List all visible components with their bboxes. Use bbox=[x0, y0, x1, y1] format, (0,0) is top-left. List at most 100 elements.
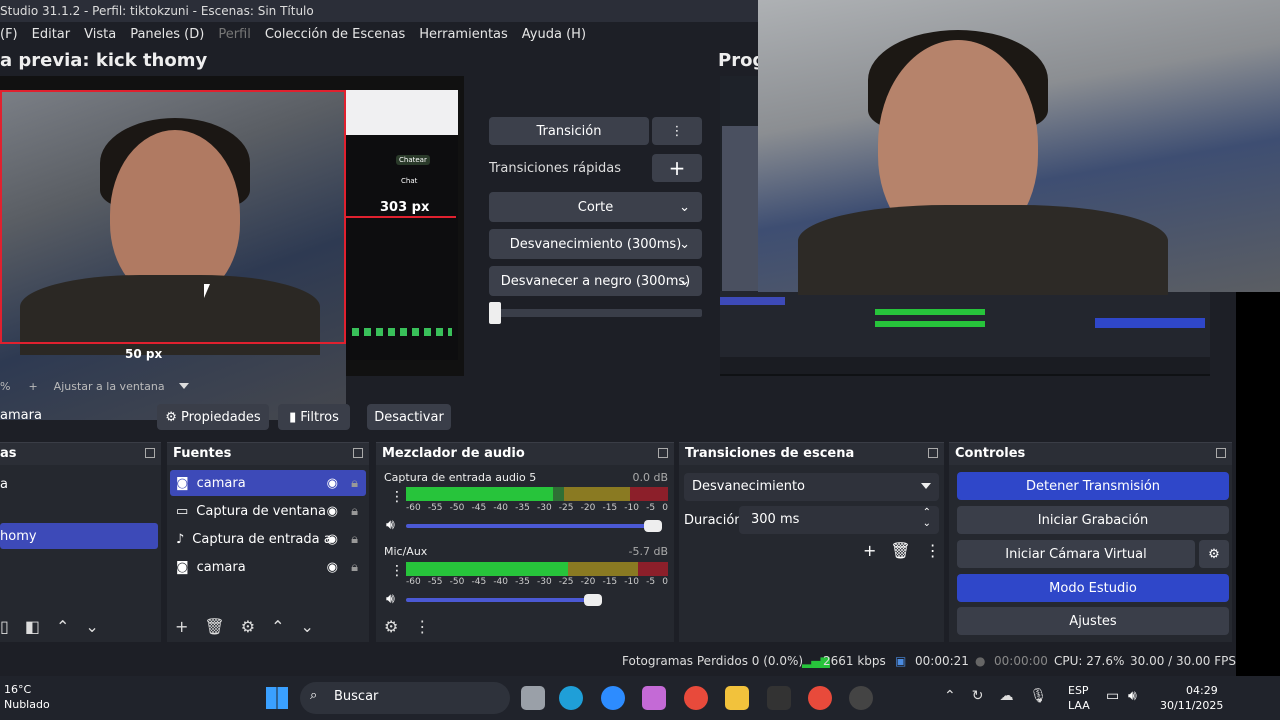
eye-icon[interactable]: ◉ bbox=[327, 504, 338, 519]
obs-icon[interactable] bbox=[849, 686, 873, 710]
eye-icon[interactable]: ◉ bbox=[327, 476, 338, 491]
chevron-down-icon[interactable]: ⌄ bbox=[300, 617, 313, 636]
menu-view[interactable]: Vista bbox=[84, 27, 116, 46]
advanced-audio-icon[interactable]: ⚙ bbox=[384, 617, 398, 636]
folder-icon[interactable] bbox=[725, 686, 749, 710]
clock-time[interactable]: 04:29 bbox=[1186, 684, 1218, 697]
virtual-camera-settings-button[interactable]: ⚙ bbox=[1199, 540, 1229, 568]
volume-knob[interactable] bbox=[584, 594, 602, 606]
network-icon[interactable]: ▭ bbox=[1106, 688, 1119, 704]
chrome-profile-icon[interactable] bbox=[808, 686, 832, 710]
transition-slider-track[interactable] bbox=[489, 309, 702, 317]
menu-docks[interactable]: Paneles (D) bbox=[130, 27, 204, 46]
transition-menu-button[interactable]: ⋮ bbox=[652, 117, 702, 145]
eye-icon[interactable]: ◉ bbox=[327, 532, 338, 547]
channel-menu-icon[interactable]: ⋮ bbox=[390, 563, 404, 579]
language-bottom[interactable]: LAA bbox=[1068, 699, 1090, 712]
add-quick-transition-button[interactable]: + bbox=[652, 154, 702, 182]
properties-button[interactable]: ⚙ Propiedades bbox=[157, 404, 269, 430]
preview-canvas[interactable]: Chatear Chat 303 px 50 px bbox=[0, 76, 464, 420]
menu-help[interactable]: Ayuda (H) bbox=[522, 27, 586, 46]
undock-icon[interactable] bbox=[658, 448, 668, 458]
cpu-usage: CPU: 27.6% bbox=[1054, 654, 1125, 668]
volume-icon[interactable]: 🔊︎ bbox=[1128, 688, 1137, 704]
quick-transition-fade[interactable]: Desvanecimiento (300ms) ⌄ bbox=[489, 229, 702, 259]
chevron-down-icon bbox=[921, 483, 931, 489]
channel-menu-icon[interactable]: ⋮ bbox=[390, 489, 404, 505]
lock-icon[interactable]: 🔒︎ bbox=[351, 532, 358, 547]
scene-item-selected[interactable]: homy bbox=[0, 523, 158, 549]
chevron-up-icon[interactable]: ⌃ bbox=[944, 688, 956, 704]
quick-transition-fade-black[interactable]: Desvanecer a negro (300ms) ⌄ bbox=[489, 266, 702, 296]
menu-file[interactable]: (F) bbox=[0, 27, 18, 46]
volume-slider[interactable] bbox=[406, 520, 662, 532]
zoom-in-button[interactable]: + bbox=[28, 380, 37, 393]
fit-window-label[interactable]: Ajustar a la ventana bbox=[54, 380, 165, 393]
chrome-icon[interactable] bbox=[684, 686, 708, 710]
clock-date[interactable]: 30/11/2025 bbox=[1160, 699, 1223, 712]
delete-icon[interactable]: ▯ bbox=[0, 617, 9, 636]
quick-transition-cut[interactable]: Corte ⌄ bbox=[489, 192, 702, 222]
filter-icon[interactable]: ◧ bbox=[25, 617, 40, 636]
source-item[interactable]: ◙ camara ◉ 🔒︎ bbox=[170, 554, 366, 580]
add-icon[interactable]: + bbox=[863, 541, 876, 560]
epic-games-icon[interactable] bbox=[767, 686, 791, 710]
lock-icon[interactable]: 🔒︎ bbox=[351, 560, 358, 575]
spin-down-icon[interactable]: ⌄ bbox=[923, 518, 931, 529]
copilot-icon[interactable] bbox=[642, 686, 666, 710]
duration-input[interactable]: 300 ms ⌃ ⌄ bbox=[739, 506, 939, 534]
settings-button[interactable]: Ajustes bbox=[957, 607, 1229, 635]
menu-edit[interactable]: Editar bbox=[32, 27, 71, 46]
mixer-menu-icon[interactable]: ⋮ bbox=[414, 617, 430, 636]
search-label: Buscar bbox=[334, 689, 379, 704]
trash-icon[interactable]: 🗑︎ bbox=[204, 617, 224, 636]
lock-icon[interactable]: 🔒︎ bbox=[351, 476, 358, 491]
selection-box[interactable] bbox=[0, 90, 346, 344]
studio-mode-button[interactable]: Modo Estudio bbox=[957, 574, 1229, 602]
start-virtual-camera-button[interactable]: Iniciar Cámara Virtual bbox=[957, 540, 1195, 568]
cloud-icon[interactable]: ☁ bbox=[999, 688, 1013, 704]
menu-profile[interactable]: Perfil bbox=[218, 27, 251, 46]
start-recording-button[interactable]: Iniciar Grabación bbox=[957, 506, 1229, 534]
volume-knob[interactable] bbox=[644, 520, 662, 532]
chevron-up-icon[interactable]: ⌃ bbox=[271, 617, 284, 636]
duration-label: Duración bbox=[684, 513, 743, 528]
volume-slider[interactable] bbox=[406, 594, 602, 606]
stop-streaming-button[interactable]: Detener Transmisión bbox=[957, 472, 1229, 500]
lock-icon[interactable]: 🔒︎ bbox=[351, 504, 358, 519]
undock-icon[interactable] bbox=[928, 448, 938, 458]
undock-icon[interactable] bbox=[353, 448, 363, 458]
file-explorer-icon[interactable] bbox=[521, 686, 545, 710]
speaker-icon[interactable]: 🔊︎ bbox=[386, 517, 395, 533]
deactivate-button[interactable]: Desactivar bbox=[367, 404, 451, 430]
gear-icon[interactable]: ⚙ bbox=[241, 617, 255, 636]
source-item[interactable]: ♪ Captura de entrada a ◉ 🔒︎ bbox=[170, 526, 366, 552]
edge-icon[interactable] bbox=[559, 686, 583, 710]
speaker-icon[interactable]: 🔊︎ bbox=[386, 591, 395, 607]
transition-button[interactable]: Transición bbox=[489, 117, 649, 145]
sync-icon[interactable]: ↻ bbox=[972, 688, 984, 704]
chevron-up-icon[interactable]: ⌃ bbox=[56, 617, 69, 636]
add-icon[interactable]: + bbox=[175, 617, 188, 636]
transition-select[interactable]: Desvanecimiento bbox=[684, 473, 939, 501]
source-item[interactable]: ◙ camara ◉ 🔒︎ bbox=[170, 470, 366, 496]
spin-up-icon[interactable]: ⌃ bbox=[923, 507, 931, 518]
mic-icon[interactable]: 🎙︎ bbox=[1029, 688, 1047, 704]
scene-item[interactable]: a bbox=[0, 471, 158, 497]
menu-icon[interactable]: ⋮ bbox=[925, 541, 941, 560]
undock-icon[interactable] bbox=[1216, 448, 1226, 458]
chevron-down-icon[interactable]: ⌄ bbox=[85, 617, 98, 636]
source-item[interactable]: ▭ Captura de ventana ◉ 🔒︎ bbox=[170, 498, 366, 524]
zoom-icon[interactable] bbox=[601, 686, 625, 710]
language-top[interactable]: ESP bbox=[1068, 684, 1089, 697]
menu-tools[interactable]: Herramientas bbox=[419, 27, 508, 46]
taskbar-search[interactable]: ⌕ Buscar bbox=[300, 682, 510, 714]
filters-button[interactable]: ▮ Filtros bbox=[278, 404, 350, 430]
undock-icon[interactable] bbox=[145, 448, 155, 458]
windows-start-icon[interactable] bbox=[266, 687, 288, 709]
chevron-down-icon[interactable] bbox=[178, 383, 189, 389]
eye-icon[interactable]: ◉ bbox=[327, 560, 338, 575]
trash-icon[interactable]: 🗑︎ bbox=[890, 541, 910, 560]
transition-slider-handle[interactable] bbox=[489, 302, 501, 324]
menu-scene-collection[interactable]: Colección de Escenas bbox=[265, 27, 405, 46]
